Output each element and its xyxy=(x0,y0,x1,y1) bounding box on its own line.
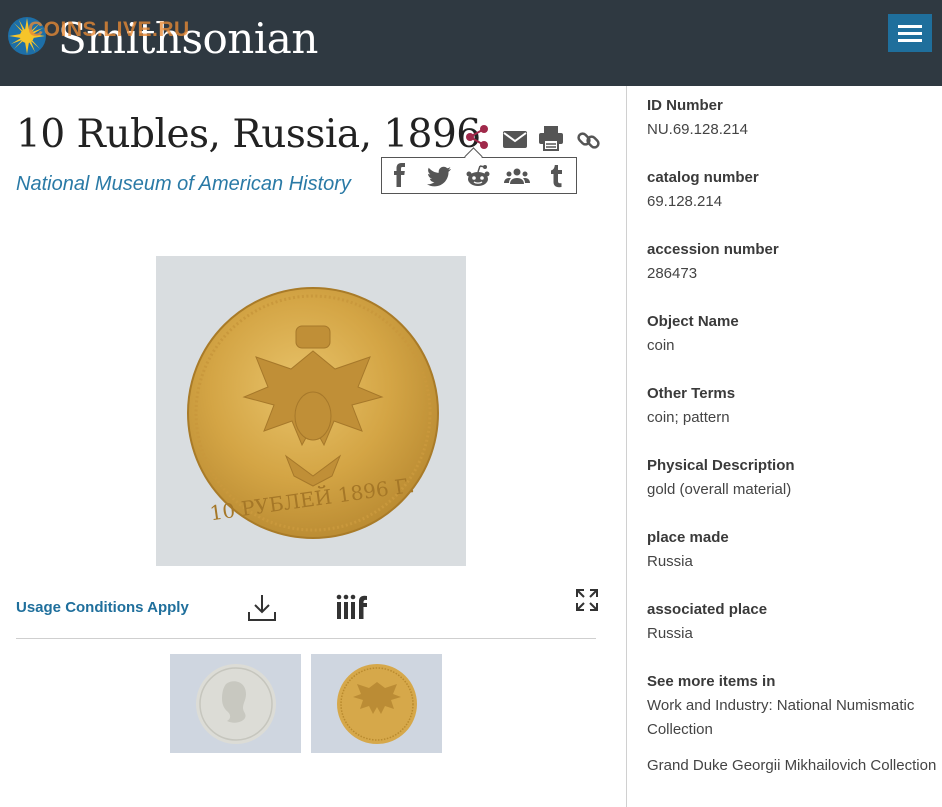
catalog-number-value: 69.128.214 xyxy=(647,193,723,210)
tumblr-icon[interactable] xyxy=(542,162,570,190)
see-more-collection-link[interactable]: Work and Industry: National Numismatic C… xyxy=(647,694,937,742)
coin-obverse-thumbnail xyxy=(170,654,301,753)
object-name-label: Object Name xyxy=(647,313,739,330)
watermark: COINS.LIVE.RU xyxy=(28,18,190,41)
print-icon[interactable] xyxy=(536,123,566,153)
facebook-icon[interactable] xyxy=(386,162,414,190)
people-icon[interactable] xyxy=(503,162,531,190)
museum-link[interactable]: National Museum of American History xyxy=(16,170,351,198)
other-terms-value: coin; pattern xyxy=(647,409,730,426)
twitter-icon[interactable] xyxy=(425,162,453,190)
place-made-value: Russia xyxy=(647,553,693,570)
media-divider xyxy=(16,638,596,639)
see-more-collection-link[interactable]: Grand Duke Georgii Mikhailovich Collecti… xyxy=(647,754,937,778)
object-name-value: coin xyxy=(647,337,675,354)
physical-description-value: gold (overall material) xyxy=(647,481,792,498)
id-number-label: ID Number xyxy=(647,97,723,114)
accession-number-value: 286473 xyxy=(647,265,698,282)
other-terms-label: Other Terms xyxy=(647,385,736,402)
reddit-icon[interactable] xyxy=(464,162,492,190)
associated-place-value: Russia xyxy=(647,625,693,642)
expand-icon[interactable] xyxy=(574,587,600,613)
physical-description-label: Physical Description xyxy=(647,457,795,474)
thumbnail-obverse[interactable] xyxy=(170,654,301,753)
thumbnail-reverse[interactable] xyxy=(311,654,442,753)
usage-conditions-link[interactable]: Usage Conditions Apply xyxy=(16,598,189,618)
download-icon[interactable] xyxy=(246,592,278,624)
email-icon[interactable] xyxy=(500,124,530,154)
place-made-label: place made xyxy=(647,529,729,546)
iiif-icon[interactable] xyxy=(334,592,370,622)
site-header: Smithsonian COINS.LIVE.RU xyxy=(0,0,942,86)
coin-reverse-thumbnail xyxy=(311,654,442,753)
accession-number-label: accession number xyxy=(647,241,779,258)
link-icon[interactable] xyxy=(574,125,604,155)
coin-reverse-image: 10 РУБЛЕЙ 1896 Г. xyxy=(156,256,466,566)
share-menu xyxy=(381,147,577,194)
share-icon[interactable] xyxy=(462,122,492,152)
see-more-label: See more items in xyxy=(647,673,776,690)
associated-place-label: associated place xyxy=(647,601,768,618)
catalog-number-label: catalog number xyxy=(647,169,759,186)
id-number-value: NU.69.128.214 xyxy=(647,121,748,138)
page-title: 10 Rubles, Russia, 1896 xyxy=(16,112,481,157)
main-object-image[interactable]: 10 РУБЛЕЙ 1896 Г. xyxy=(156,256,466,566)
hamburger-menu-icon[interactable] xyxy=(888,14,932,52)
